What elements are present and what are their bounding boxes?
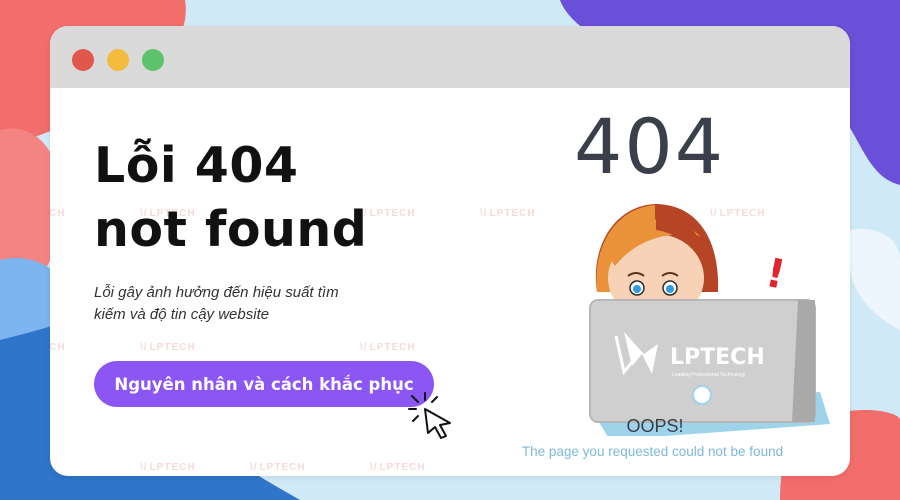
laptop-brand: LPTECH <box>670 345 765 370</box>
watermark: LPTECH <box>140 342 196 353</box>
cta-button[interactable]: Nguyên nhân và cách khắc phục <box>94 361 434 407</box>
watermark: LPTECH <box>250 462 306 473</box>
title-line-2: not found <box>94 201 368 258</box>
watermark: LPTECH <box>140 462 196 473</box>
pointer-cursor-icon <box>408 392 451 439</box>
browser-window: LPTECH LPTECH LPTECH LPTECH LPTECH LPTEC… <box>50 26 850 476</box>
watermark: LPTECH <box>50 342 66 353</box>
error-code: 404 <box>574 102 726 191</box>
oops-label: OOPS! <box>626 416 684 436</box>
subtitle-line-2: kiếm và độ tin cậy website <box>94 306 270 323</box>
page-title: Lỗi 404 not found <box>94 134 367 262</box>
watermark: LPTECH <box>360 208 416 219</box>
laptop-tagline: Leading Professional Technology <box>672 372 746 378</box>
page-subtitle: Lỗi gây ảnh hưởng đến hiệu suất tìm kiếm… <box>94 282 424 326</box>
title-line-1: Lỗi 404 <box>94 137 299 194</box>
watermark: LPTECH <box>50 208 66 219</box>
watermark: LPTECH <box>360 342 416 353</box>
watermark: LPTECH <box>370 462 426 473</box>
svg-text:!: ! <box>762 250 789 299</box>
subtitle-line-1: Lỗi gây ảnh hưởng đến hiệu suất tìm <box>94 284 339 301</box>
not-found-message: The page you requested could not be foun… <box>521 444 784 459</box>
exclamation-icon: ! <box>762 250 789 299</box>
error-illustration: ! LPTECH Leading Professional Technology <box>589 204 830 436</box>
